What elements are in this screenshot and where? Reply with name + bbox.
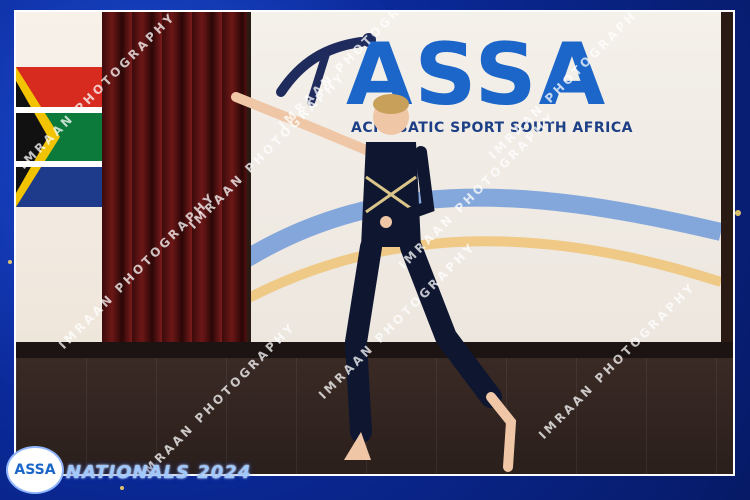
gymnast: [231, 92, 517, 472]
south-africa-flag-icon: [16, 67, 108, 207]
flag-panel: [16, 12, 108, 342]
gold-speck: [8, 260, 12, 264]
event-logo-text: ASSA: [14, 462, 56, 478]
gold-speck: [735, 210, 741, 216]
event-photo: ASSA ACROBATIC SPORT SOUTH AFRICA IMRAAN…: [14, 10, 735, 476]
event-logo: ASSA: [6, 446, 64, 494]
event-title: NATIONALS 2024: [66, 462, 252, 483]
gold-speck: [120, 486, 124, 490]
photo-frame: ASSA ACROBATIC SPORT SOUTH AFRICA IMRAAN…: [0, 0, 750, 500]
